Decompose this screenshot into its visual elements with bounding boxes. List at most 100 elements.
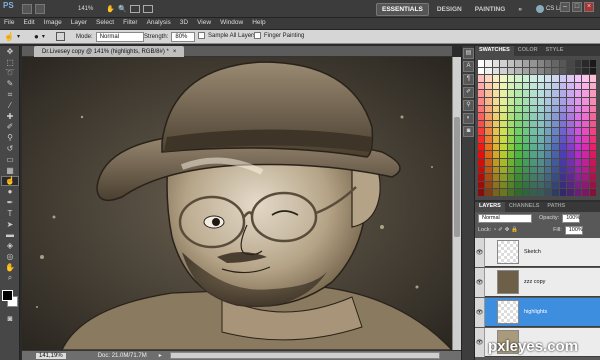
blend-mode-dropdown[interactable]: Normal <box>478 213 532 223</box>
swatch-cell[interactable] <box>522 151 530 158</box>
lock-icons[interactable]: ▫✐✥🔒 <box>494 227 520 233</box>
swatch-cell[interactable] <box>559 67 567 75</box>
workspace-more[interactable]: » <box>513 4 527 15</box>
menu-file[interactable]: File <box>4 19 14 26</box>
swatch-cell[interactable] <box>544 120 552 128</box>
swatch-cell[interactable] <box>492 105 500 113</box>
swatch-cell[interactable] <box>537 75 544 82</box>
swatch-cell[interactable] <box>478 151 485 158</box>
foreground-color-swatch[interactable] <box>2 289 13 301</box>
swatch-cell[interactable] <box>500 181 507 189</box>
swatch-cell[interactable] <box>530 174 537 181</box>
swatch-cell[interactable] <box>589 181 596 189</box>
quick-mask-icon[interactable]: ◙ <box>1 314 19 325</box>
swatch-cell[interactable] <box>530 189 537 196</box>
swatch-cell[interactable] <box>530 60 537 67</box>
swatch-cell[interactable] <box>574 75 582 82</box>
swatch-cell[interactable] <box>552 181 559 189</box>
swatch-cell[interactable] <box>500 136 507 143</box>
bridge-icon[interactable] <box>22 4 32 14</box>
swatch-cell[interactable] <box>537 128 544 136</box>
swatch-cell[interactable] <box>522 143 530 151</box>
swatch-cell[interactable] <box>485 143 492 151</box>
swatch-cell[interactable] <box>485 136 492 143</box>
swatch-cell[interactable] <box>515 128 522 136</box>
swatch-cell[interactable] <box>589 143 596 151</box>
swatch-cell[interactable] <box>500 151 507 158</box>
swatch-cell[interactable] <box>567 105 574 113</box>
swatch-cell[interactable] <box>500 120 507 128</box>
swatch-cell[interactable] <box>492 136 500 143</box>
menu-3d[interactable]: 3D <box>180 19 188 26</box>
swatch-cell[interactable] <box>582 105 589 113</box>
swatch-cell[interactable] <box>515 189 522 196</box>
tab-channels[interactable]: CHANNELS <box>505 202 544 212</box>
swatch-cell[interactable] <box>559 60 567 67</box>
zoom-level-dropdown[interactable]: 141% <box>78 6 93 12</box>
minimize-button[interactable]: – <box>560 2 570 12</box>
swatch-cell[interactable] <box>567 174 574 181</box>
swatch-cell[interactable] <box>574 113 582 120</box>
swatch-cell[interactable] <box>485 128 492 136</box>
swatch-cell[interactable] <box>552 151 559 158</box>
swatch-cell[interactable] <box>522 82 530 90</box>
swatch-cell[interactable] <box>485 75 492 82</box>
visibility-eye-icon[interactable]: 👁 <box>475 238 485 267</box>
tab-style[interactable]: STYLE <box>542 46 568 56</box>
swatch-cell[interactable] <box>485 151 492 158</box>
swatch-cell[interactable] <box>500 90 507 98</box>
swatch-cell[interactable] <box>485 105 492 113</box>
path-selection-tool-icon[interactable]: ➤ <box>1 219 19 230</box>
swatch-cell[interactable] <box>500 105 507 113</box>
swatch-cell[interactable] <box>559 120 567 128</box>
swatch-cell[interactable] <box>559 75 567 82</box>
swatch-cell[interactable] <box>582 136 589 143</box>
minibridge-icon[interactable] <box>35 4 45 14</box>
swatch-cell[interactable] <box>574 181 582 189</box>
swatch-cell[interactable] <box>552 98 559 105</box>
swatch-cell[interactable] <box>492 75 500 82</box>
swatch-cell[interactable] <box>522 67 530 75</box>
swatch-cell[interactable] <box>544 98 552 105</box>
workspace-essentials[interactable]: ESSENTIALS <box>376 2 429 16</box>
swatch-cell[interactable] <box>522 174 530 181</box>
masks-panel-icon[interactable]: ◙ <box>463 126 474 137</box>
swatch-cell[interactable] <box>567 189 574 196</box>
swatch-cell[interactable] <box>515 75 522 82</box>
swatch-cell[interactable] <box>485 166 492 174</box>
swatch-cell[interactable] <box>500 98 507 105</box>
swatch-cell[interactable] <box>485 189 492 196</box>
swatch-cell[interactable] <box>515 158 522 166</box>
swatch-cell[interactable] <box>515 98 522 105</box>
3d-rotate-tool-icon[interactable]: ◈ <box>1 240 19 251</box>
swatch-cell[interactable] <box>522 90 530 98</box>
mode-dropdown[interactable]: Normal <box>95 32 144 42</box>
swatch-cell[interactable] <box>544 151 552 158</box>
swatch-cell[interactable] <box>559 158 567 166</box>
swatch-cell[interactable] <box>582 67 589 75</box>
swatch-cell[interactable] <box>485 60 492 67</box>
swatch-cell[interactable] <box>500 113 507 120</box>
swatch-cell[interactable] <box>567 82 574 90</box>
swatch-cell[interactable] <box>552 158 559 166</box>
swatch-cell[interactable] <box>478 166 485 174</box>
document-tab-close-button[interactable]: × <box>173 49 177 55</box>
swatch-cell[interactable] <box>515 174 522 181</box>
swatch-cell[interactable] <box>478 98 485 105</box>
swatch-cell[interactable] <box>530 98 537 105</box>
swatch-cell[interactable] <box>582 82 589 90</box>
menu-view[interactable]: View <box>197 19 211 26</box>
swatch-cell[interactable] <box>582 113 589 120</box>
menu-layer[interactable]: Layer <box>71 19 87 26</box>
swatch-cell[interactable] <box>522 189 530 196</box>
brush-panel-icon[interactable]: ✐ <box>463 87 474 98</box>
swatch-cell[interactable] <box>478 120 485 128</box>
status-zoom[interactable]: 141,19% <box>36 352 66 359</box>
swatch-cell[interactable] <box>589 136 596 143</box>
tab-swatches[interactable]: SWATCHES <box>475 46 514 56</box>
swatch-cell[interactable] <box>485 120 492 128</box>
swatch-cell[interactable] <box>500 128 507 136</box>
swatch-cell[interactable] <box>492 151 500 158</box>
visibility-eye-icon[interactable]: 👁 <box>475 297 485 327</box>
tab-layers[interactable]: LAYERS <box>475 202 505 212</box>
